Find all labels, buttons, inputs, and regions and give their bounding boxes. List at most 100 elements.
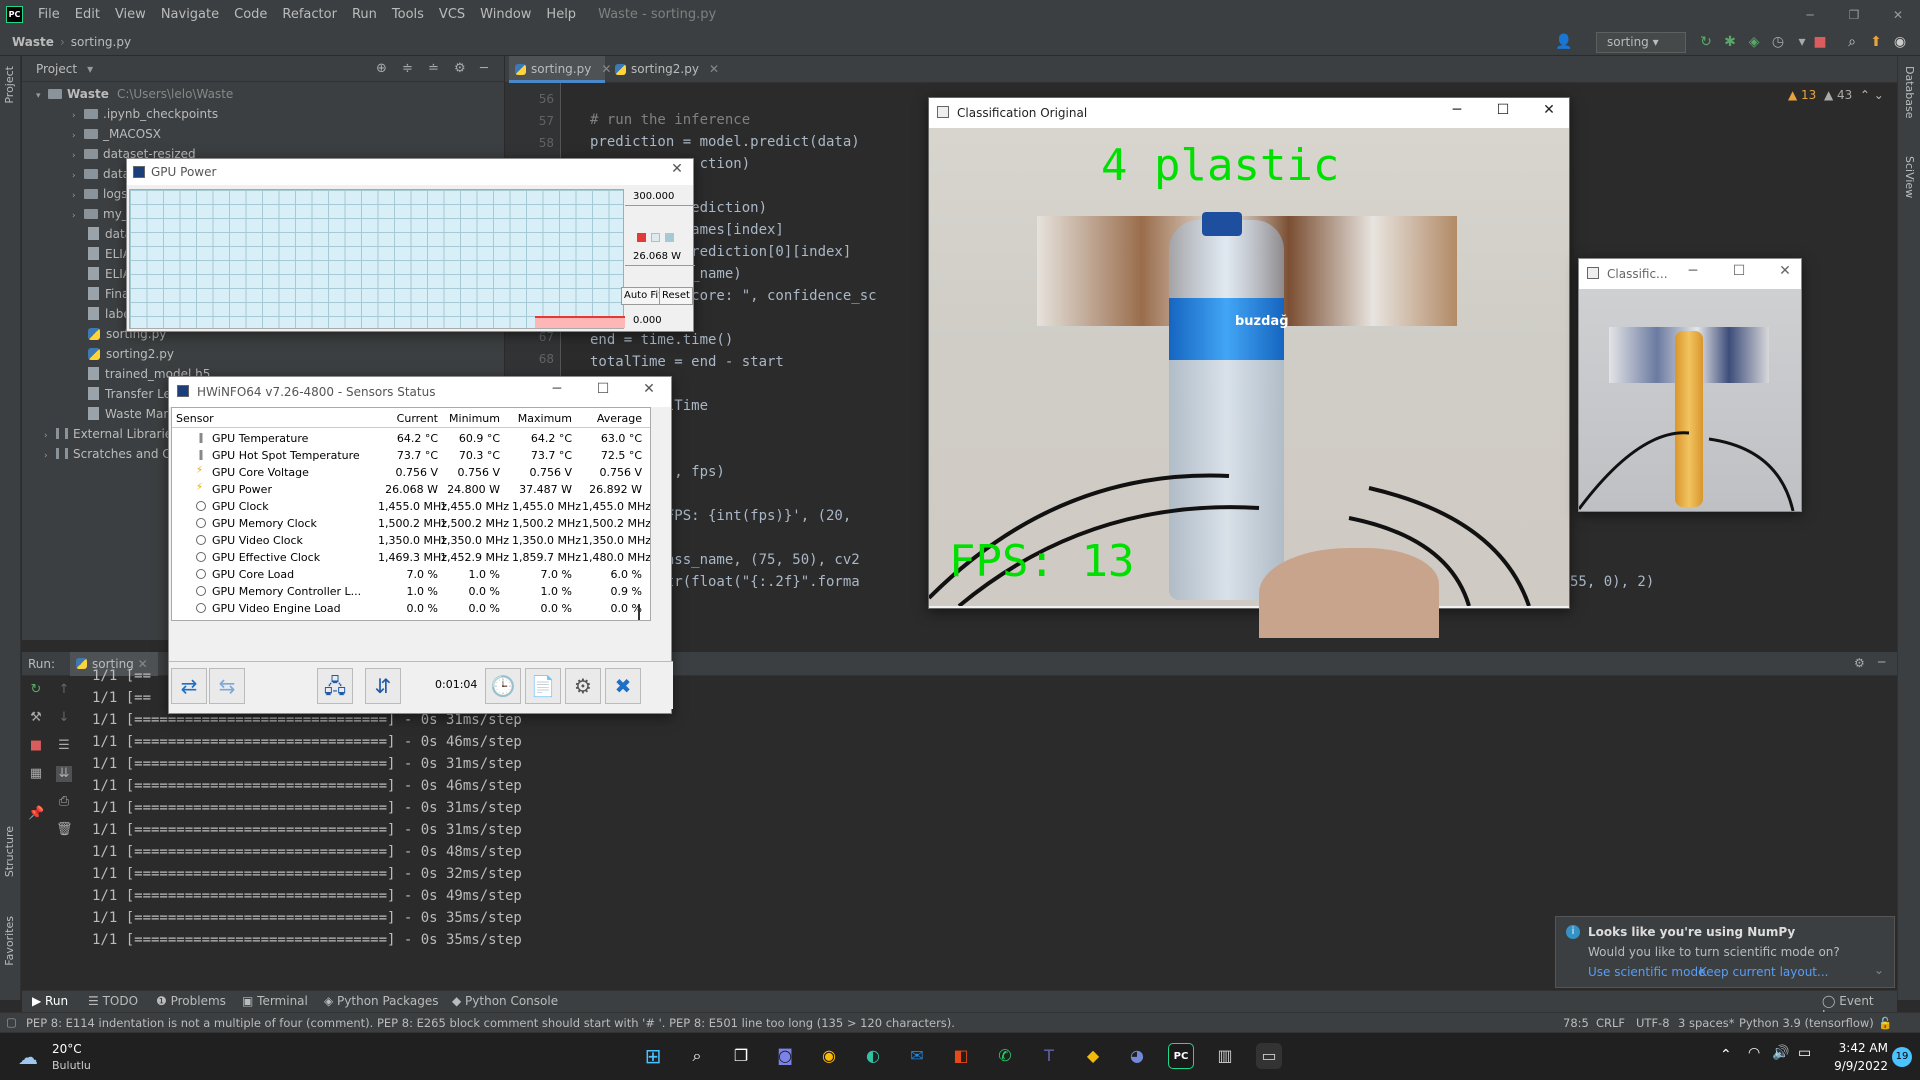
debug-icon[interactable]: ✱ — [1722, 34, 1738, 50]
color-swatch-light[interactable] — [651, 233, 660, 242]
menu-window[interactable]: Window — [473, 7, 539, 22]
close-sensors-icon[interactable]: ✖ — [605, 668, 641, 704]
tool-tab-run[interactable]: ▶ Run — [32, 994, 68, 1008]
sensor-row[interactable]: ⚡ GPU Power 26.068 W 24.800 W 37.487 W 26.892… — [172, 481, 650, 498]
file-encoding[interactable]: UTF-8 — [1636, 1016, 1670, 1030]
settings-icon[interactable]: ◉ — [1892, 34, 1908, 50]
tab-sorting2[interactable]: sorting2.py ✕ — [609, 56, 719, 83]
chevron-up-icon[interactable]: ⌃ — [1860, 88, 1870, 102]
chevron-right-icon[interactable]: › — [72, 146, 84, 166]
trash-icon[interactable]: 🗑 — [56, 822, 73, 838]
rerun-icon[interactable]: ↻ — [28, 682, 44, 698]
gear-icon[interactable]: ⚙ — [1854, 656, 1865, 670]
clock-date[interactable]: 9/9/2022 — [1830, 1059, 1888, 1073]
code-line[interactable]: prediction = model.predict(data) — [590, 134, 860, 150]
sensor-row[interactable]: GPU Effective Clock 1,469.3 MHz 1,452.9 MH… — [172, 549, 650, 566]
hide-panel-icon[interactable]: ─ — [1878, 655, 1885, 669]
window-taskbar-icon[interactable]: ▭ — [1256, 1043, 1282, 1069]
classification-titlebar[interactable]: Classification Original ─ ☐ ✕ — [929, 98, 1569, 128]
tree-item[interactable]: sorting2.py — [88, 344, 174, 364]
chevron-right-icon[interactable]: › — [72, 106, 84, 126]
tab-sorting[interactable]: sorting.py ✕ — [509, 56, 611, 83]
line-separator[interactable]: CRLF — [1596, 1016, 1625, 1030]
sensor-row[interactable]: GPU Memory Controller L... 1.0 % 0.0 % 1.0 … — [172, 583, 650, 600]
update-icon[interactable]: ⬆ — [1868, 34, 1884, 50]
navigate-alt-icon[interactable]: ⇆ — [209, 668, 245, 704]
network-icon[interactable]: 🖧 — [317, 668, 353, 704]
pycharm-logo-icon[interactable]: PC — [6, 6, 23, 23]
whatsapp-icon[interactable]: ✆ — [992, 1043, 1018, 1069]
tree-item[interactable]: ▾ Waste C:\Users\lelo\Waste — [36, 84, 233, 104]
arrow-down-icon[interactable]: ↓ — [56, 710, 72, 726]
chevron-right-icon[interactable]: › — [72, 126, 84, 146]
edge-icon[interactable]: ◐ — [860, 1043, 886, 1069]
sensor-row[interactable]: GPU Memory Clock 1,500.2 MHz 1,500.2 MHz 1,… — [172, 515, 650, 532]
clock-icon[interactable]: 🕒 — [485, 668, 521, 704]
search-icon[interactable]: ⌕ — [684, 1043, 710, 1069]
color-swatch-red[interactable] — [637, 233, 646, 242]
project-panel-title[interactable]: Project — [36, 62, 77, 76]
sensor-row[interactable]: GPU Video Clock 1,350.0 MHz 1,350.0 MHz 1,3… — [172, 532, 650, 549]
arrow-up-icon[interactable]: ↑ — [56, 682, 72, 698]
binance-icon[interactable]: ◆ — [1080, 1043, 1106, 1069]
column-maximum[interactable]: Maximum — [512, 412, 572, 425]
pycharm-icon[interactable]: PC — [1168, 1043, 1194, 1069]
chevron-right-icon[interactable]: › — [72, 166, 84, 186]
maximize-icon[interactable]: ☐ — [1493, 102, 1513, 118]
task-view-icon[interactable]: ❐ — [728, 1043, 754, 1069]
notification-badge[interactable]: 19 — [1892, 1047, 1912, 1067]
battery-icon[interactable]: ▭ — [1798, 1045, 1811, 1061]
menu-file[interactable]: File — [31, 7, 68, 22]
user-icon[interactable]: 👤 — [1555, 34, 1572, 50]
hide-panel-icon[interactable]: ─ — [480, 61, 488, 76]
tool-tab-python-packages[interactable]: ◈ Python Packages — [324, 994, 438, 1008]
maximize-icon[interactable]: ☐ — [1729, 263, 1749, 279]
stop-icon[interactable]: ■ — [28, 738, 44, 754]
gear-icon[interactable]: ⚙ — [565, 668, 601, 704]
close-icon[interactable]: ✕ — [1775, 263, 1795, 279]
clock-time[interactable]: 3:42 AM — [1834, 1041, 1888, 1055]
menu-run[interactable]: Run — [345, 7, 385, 22]
outlook-icon[interactable]: ✉ — [904, 1043, 930, 1069]
tree-item[interactable]: › _MACOSX — [72, 124, 161, 144]
chevron-right-icon[interactable]: › — [44, 446, 56, 466]
navigate-icon[interactable]: ⇄ — [171, 668, 207, 704]
menu-navigate[interactable]: Navigate — [154, 7, 227, 22]
tree-item[interactable]: › logs — [72, 184, 128, 204]
logging-icon[interactable]: 📄 — [525, 668, 561, 704]
indent-setting[interactable]: 3 spaces* — [1678, 1016, 1734, 1030]
sciview-tool-tab[interactable]: SciView — [1903, 156, 1916, 198]
caret-position[interactable]: 78:5 — [1563, 1016, 1589, 1030]
hwinfo-titlebar[interactable]: HWiNFO64 v7.26-4800 - Sensors Status ─ ☐… — [169, 377, 671, 407]
code-line[interactable]: # run the inference — [590, 112, 750, 128]
menu-refactor[interactable]: Refactor — [275, 7, 345, 22]
print-icon[interactable]: ⎙ — [56, 794, 72, 810]
status-message[interactable]: PEP 8: E114 indentation is not a multipl… — [26, 1016, 955, 1030]
column-sensor[interactable]: Sensor — [176, 412, 214, 425]
layout-icon[interactable]: ▦ — [28, 766, 44, 782]
python-interpreter[interactable]: Python 3.9 (tensorflow) — [1739, 1016, 1874, 1030]
scrollbar-thumb[interactable] — [638, 604, 640, 620]
close-icon[interactable]: ✕ — [1876, 8, 1920, 22]
chevron-up-icon[interactable]: ⌃ — [1720, 1047, 1732, 1063]
code-line[interactable]: 55, 0), 2) — [1570, 574, 1654, 590]
weather-description[interactable]: Bulutlu — [52, 1059, 91, 1072]
column-average[interactable]: Average — [582, 412, 642, 425]
maximize-icon[interactable]: ☐ — [593, 381, 613, 397]
teams-icon[interactable]: T — [1036, 1043, 1062, 1069]
close-icon[interactable]: ✕ — [667, 161, 687, 177]
favorites-tool-tab[interactable]: Favorites — [3, 916, 16, 966]
tree-item[interactable]: › .ipynb_checkpoints — [72, 104, 218, 124]
chevron-down-icon[interactable]: ⌄ — [1874, 88, 1884, 102]
more-run-icon[interactable]: ▾ — [1794, 34, 1810, 50]
close-tab-icon[interactable]: ✕ — [709, 62, 719, 76]
lock-icon[interactable]: 🔓 — [1878, 1016, 1892, 1030]
structure-tool-tab[interactable]: Structure — [3, 826, 16, 877]
keep-layout-link[interactable]: Keep current layout... — [1699, 965, 1828, 979]
chevron-down-icon[interactable]: ⌄ — [1874, 963, 1884, 977]
office-icon[interactable]: ◧ — [948, 1043, 974, 1069]
locate-icon[interactable]: ⊕ — [376, 61, 387, 76]
sensor-row[interactable]: GPU Clock 1,455.0 MHz 1,455.0 MHz 1,455.0 M… — [172, 498, 650, 515]
minimize-icon[interactable]: ─ — [1447, 102, 1467, 118]
menu-edit[interactable]: Edit — [68, 7, 108, 22]
